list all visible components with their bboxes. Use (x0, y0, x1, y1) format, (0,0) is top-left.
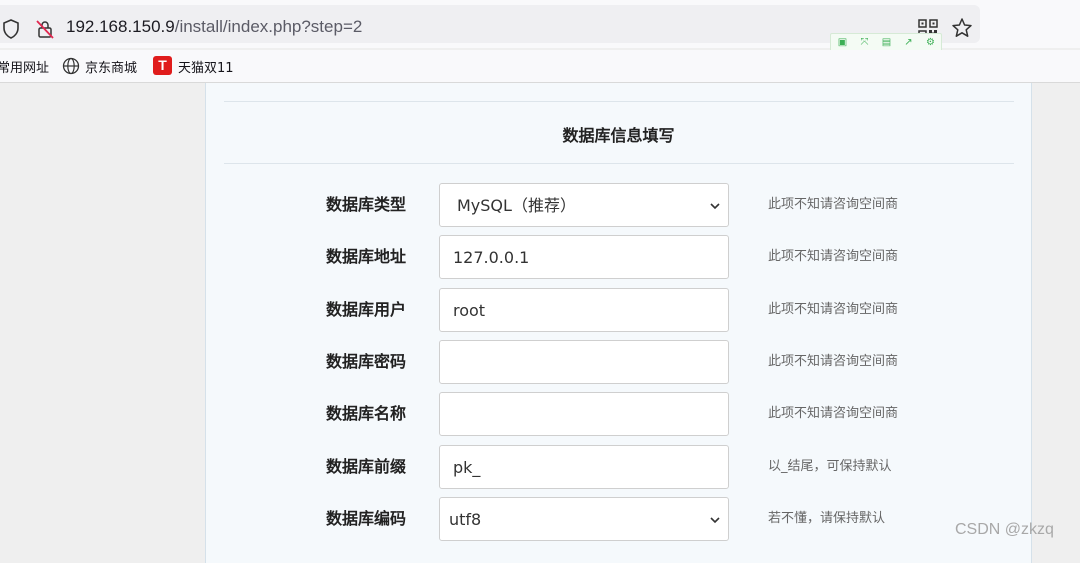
url-path: /install/index.php?step=2 (174, 17, 363, 36)
db-user-value: root (453, 301, 486, 320)
db-type-select[interactable]: MySQL（推荐） (439, 183, 729, 227)
db-type-hint: 此项不知请咨询空间商 (768, 197, 899, 212)
bookmark-common-sites[interactable]: 常用网址 (0, 57, 49, 76)
db-charset-select[interactable]: utf8 (439, 497, 729, 541)
save-icon[interactable]: ▤ (880, 36, 893, 49)
insecure-lock-icon[interactable] (34, 18, 56, 40)
db-name-input[interactable] (439, 392, 729, 436)
db-host-label: 数据库地址 (325, 247, 406, 266)
bookmark-tmall[interactable]: 天猫双11 (178, 57, 234, 76)
db-charset-hint: 若不懂，请保持默认 (768, 511, 886, 526)
globe-icon (62, 57, 80, 75)
db-prefix-value: pk_ (453, 458, 481, 477)
expand-icon[interactable]: ⤧ (858, 36, 871, 49)
url-host: 192.168.150.9 (66, 17, 175, 36)
install-panel: 数据库信息填写 数据库类型 MySQL（推荐） 此项不知请咨询空间商 数据库地址… (205, 83, 1032, 563)
db-prefix-input[interactable]: pk_ (439, 445, 729, 489)
db-type-label: 数据库类型 (325, 195, 406, 214)
db-host-hint: 此项不知请咨询空间商 (768, 249, 899, 264)
bookmark-star-icon[interactable] (951, 17, 973, 39)
db-user-label: 数据库用户 (325, 300, 406, 319)
db-charset-label: 数据库编码 (325, 509, 406, 528)
db-type-value: MySQL（推荐） (457, 196, 576, 215)
db-host-value: 127.0.0.1 (453, 248, 530, 267)
settings-gear-icon[interactable]: ⚙ (924, 36, 937, 49)
shield-icon[interactable] (0, 18, 22, 40)
csdn-watermark: CSDN @zkzq (955, 521, 1054, 538)
db-user-input[interactable]: root (439, 288, 729, 332)
top-divider (224, 101, 1014, 102)
db-prefix-label: 数据库前缀 (325, 457, 406, 476)
open-external-icon[interactable]: ↗ (902, 36, 915, 49)
db-user-hint: 此项不知请咨询空间商 (768, 302, 899, 317)
title-divider (224, 163, 1014, 164)
chevron-down-icon (710, 517, 720, 524)
db-password-hint: 此项不知请咨询空间商 (768, 354, 899, 369)
url-text[interactable]: 192.168.150.9/install/index.php?step=2 (66, 17, 362, 37)
db-host-input[interactable]: 127.0.0.1 (439, 235, 729, 279)
section-title: 数据库信息填写 (562, 126, 675, 145)
db-charset-value: utf8 (449, 510, 482, 529)
chevron-down-icon (710, 203, 720, 210)
db-name-label: 数据库名称 (325, 404, 406, 423)
tmall-logo-icon: T (153, 56, 172, 75)
copy-icon[interactable]: ▣ (836, 36, 849, 49)
db-name-hint: 此项不知请咨询空间商 (768, 406, 899, 421)
bookmark-jd[interactable]: 京东商城 (85, 57, 137, 76)
db-prefix-hint: 以_结尾，可保持默认 (768, 459, 892, 474)
db-password-label: 数据库密码 (325, 352, 406, 371)
db-password-input[interactable] (439, 340, 729, 384)
